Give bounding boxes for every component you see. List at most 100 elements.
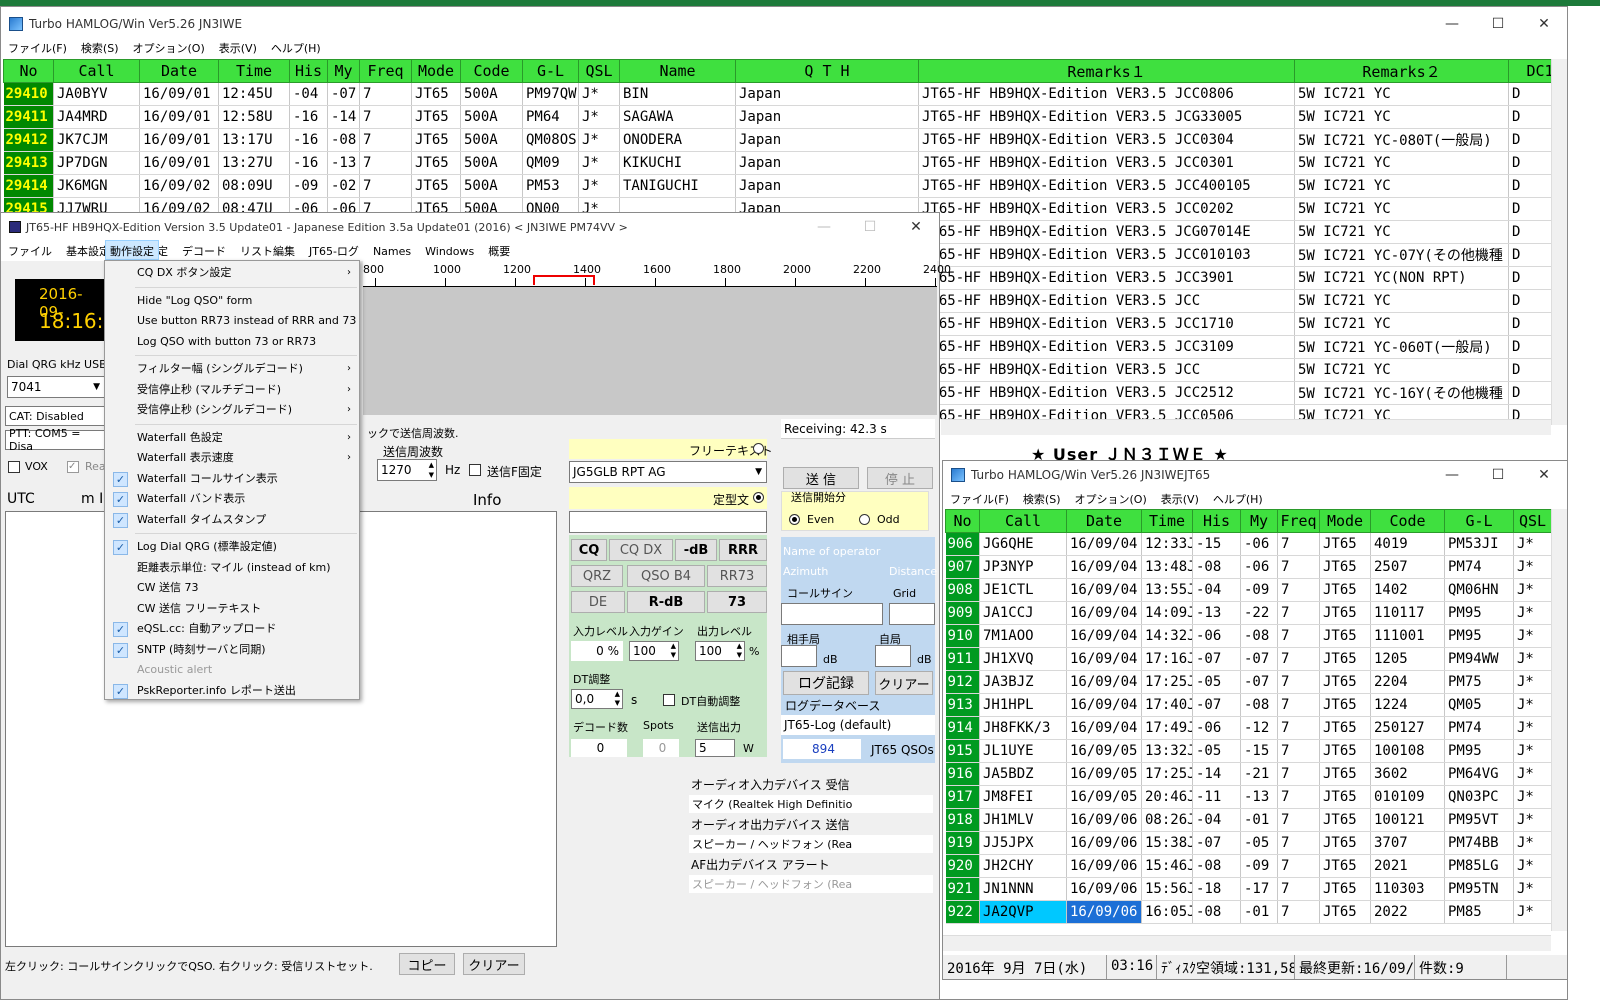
column-header[interactable]: G-L: [522, 59, 579, 83]
tx-power-input[interactable]: 5: [695, 739, 735, 757]
table-row[interactable]: 29414 JK6MGN 16/09/02 08:09U -09 -02 7 JT65 500A…: [3, 174, 1551, 198]
audio-in-select[interactable]: マイク (Realtek High Definitio: [689, 795, 933, 813]
macro-button-9[interactable]: 73: [707, 591, 767, 613]
menu-item-17[interactable]: ✓ SNTP (時刻サーバと同期): [105, 640, 359, 661]
column-header[interactable]: DC1: [1508, 59, 1551, 83]
table-row[interactable]: 919 JJ5JPX 16/09/06 15:38J -07 -05 7 JT65 3707 PM…: [945, 831, 1551, 855]
hamlog-main-vscroll[interactable]: [1551, 59, 1567, 425]
fixed-text-radio[interactable]: [753, 492, 764, 503]
input-gain-input[interactable]: 100 ▲ ▼: [629, 641, 679, 661]
menu-item-4[interactable]: ヘルプ(H): [1206, 491, 1270, 507]
menu-item-0[interactable]: ファイル: [1, 243, 59, 259]
column-header[interactable]: Q T H: [735, 59, 919, 83]
column-header[interactable]: Freq: [1277, 509, 1320, 533]
menu-item-12[interactable]: ✓ Log Dial QRG (標準設定値): [105, 537, 359, 558]
spinner-icon[interactable]: ▲ ▼: [429, 460, 434, 480]
column-header[interactable]: Call: [53, 59, 140, 83]
menu-item-3[interactable]: Log QSO with button 73 or RR73: [105, 332, 359, 353]
column-header[interactable]: G-L: [1444, 509, 1514, 533]
column-header[interactable]: QSL: [578, 59, 620, 83]
hamlog-jt65-vscroll[interactable]: [1551, 509, 1567, 931]
table-row[interactable]: 922 JA2QVP 16/09/06 16:05J -08 -01 7 JT65 2022 PM…: [945, 900, 1551, 924]
column-header[interactable]: Name: [619, 59, 736, 83]
column-header[interactable]: Code: [460, 59, 523, 83]
column-header[interactable]: Remarks１: [918, 59, 1295, 83]
free-text-radio[interactable]: [753, 443, 764, 454]
clear-qso-button[interactable]: クリアー: [875, 671, 933, 695]
dt-input[interactable]: 0,0 ▲ ▼: [571, 689, 623, 709]
self-report-input[interactable]: [875, 645, 911, 667]
remote-report-input[interactable]: [781, 645, 817, 667]
table-row[interactable]: 921 JN1NNN 16/09/06 15:56J -18 -17 7 JT65 110303…: [945, 877, 1551, 901]
column-header[interactable]: Code: [1370, 509, 1445, 533]
menu-item-13[interactable]: 距離表示単位: マイル (instead of km): [105, 558, 359, 579]
menu-item-1[interactable]: Hide "Log QSO" form: [105, 291, 359, 312]
column-header[interactable]: His: [1192, 509, 1241, 533]
menu-item-5[interactable]: JT65-ログ: [302, 243, 366, 259]
tx-fix-checkbox[interactable]: [469, 464, 481, 476]
menu-item-3[interactable]: デコード: [175, 243, 233, 259]
column-header[interactable]: Time: [218, 59, 290, 83]
macro-button-2[interactable]: -dB: [675, 539, 717, 561]
table-row[interactable]: 29412 JK7CJM 16/09/01 13:17U -16 -08 7 JT65 500A…: [3, 128, 1551, 152]
table-row[interactable]: 917 JM8FEI 16/09/05 20:46J -11 -13 7 JT65 010109…: [945, 785, 1551, 809]
close-icon[interactable]: ✕: [1521, 7, 1567, 41]
table-row[interactable]: 906 JG6QHE 16/09/04 12:33J -15 -06 7 JT65 4019 PM…: [945, 532, 1551, 556]
column-header[interactable]: My: [327, 59, 360, 83]
table-row[interactable]: 915 JL1UYE 16/09/05 13:32J -05 -15 7 JT65 100108…: [945, 739, 1551, 763]
close-icon[interactable]: ✕: [1521, 461, 1567, 489]
close-icon[interactable]: ✕: [893, 213, 939, 241]
column-header[interactable]: My: [1240, 509, 1278, 533]
vox-checkbox[interactable]: [8, 461, 20, 473]
spinner-icon[interactable]: ▲ ▼: [671, 642, 676, 660]
table-row[interactable]: 914 JH8FKK/3 16/09/04 17:49J -06 -12 7 JT65 2501…: [945, 716, 1551, 740]
menu-item-19[interactable]: ✓ PskReporter.info レポート送出: [105, 681, 359, 702]
logdb-select[interactable]: JT65-Log (default): [781, 715, 935, 735]
spinner-icon[interactable]: ▲ ▼: [615, 690, 620, 708]
copy-button[interactable]: コピー: [399, 953, 455, 975]
menu-item-0[interactable]: ファイル(F): [1, 40, 74, 56]
column-header[interactable]: Mode: [411, 59, 461, 83]
menu-item-10[interactable]: ✓ Waterfall バンド表示: [105, 489, 359, 510]
menu-item-6[interactable]: Names: [366, 245, 418, 258]
maximize-icon[interactable]: ☐: [1475, 461, 1521, 489]
stop-button[interactable]: 停 止: [867, 467, 933, 489]
column-header[interactable]: Freq: [359, 59, 412, 83]
menu-item-3[interactable]: 表示(V): [212, 40, 264, 56]
macro-button-5[interactable]: QSO B4: [627, 565, 705, 587]
column-header[interactable]: Time: [1141, 509, 1193, 533]
clear-list-button[interactable]: クリアー: [463, 953, 525, 975]
waterfall-display[interactable]: [363, 287, 937, 415]
menu-item-4[interactable]: フィルター幅 (シングルデコード) ›: [105, 359, 359, 380]
odd-radio[interactable]: [859, 514, 870, 525]
menu-item-8[interactable]: Waterfall 表示速度 ›: [105, 448, 359, 469]
table-row[interactable]: 29410 JA0BYV 16/09/01 12:45U -04 -07 7 JT65 500A…: [3, 82, 1551, 106]
table-row[interactable]: 918 JH1MLV 16/09/06 08:26J -04 -01 7 JT65 100121…: [945, 808, 1551, 832]
menu-item-15[interactable]: CW 送信 フリーテキスト: [105, 599, 359, 620]
menu-item-5[interactable]: 受信停止秒 (マルチデコード) ›: [105, 380, 359, 401]
table-row[interactable]: 907 JP3NYP 16/09/04 13:48J -08 -06 7 JT65 2507 PM…: [945, 555, 1551, 579]
minimize-icon[interactable]: —: [801, 213, 847, 241]
dt-auto-checkbox[interactable]: [663, 694, 675, 706]
table-row[interactable]: 909 JA1CCJ 16/09/04 14:09J -13 -22 7 JT65 110117…: [945, 601, 1551, 625]
macro-button-1[interactable]: CQ DX: [609, 539, 673, 561]
log-qso-button[interactable]: ログ記録: [783, 671, 869, 695]
table-row[interactable]: 916 JA5BDZ 16/09/05 17:25J -14 -21 7 JT65 3602 PM…: [945, 762, 1551, 786]
minimize-icon[interactable]: —: [1429, 7, 1475, 41]
maximize-icon[interactable]: ☐: [847, 213, 893, 241]
menu-item-2[interactable]: オプション(O): [1068, 491, 1154, 507]
menu-item-8[interactable]: 概要: [481, 243, 517, 259]
dial-qrg-select[interactable]: 7041 ▼: [7, 376, 105, 398]
column-header[interactable]: QSL: [1513, 509, 1551, 533]
menu-item-7[interactable]: Windows: [418, 245, 481, 258]
menu-item-6[interactable]: 受信停止秒 (シングルデコード) ›: [105, 400, 359, 421]
column-header[interactable]: Call: [979, 509, 1067, 533]
tx-freq-input[interactable]: 1270 ▲ ▼: [377, 459, 437, 481]
even-radio[interactable]: [789, 514, 800, 525]
macro-button-3[interactable]: RRR: [719, 539, 767, 561]
column-header[interactable]: Remarks２: [1294, 59, 1509, 83]
menu-item-14[interactable]: CW 送信 73: [105, 578, 359, 599]
column-header[interactable]: No: [945, 509, 980, 533]
audio-out-select[interactable]: スピーカー / ヘッドフォン (Rea: [689, 835, 933, 853]
rea-checkbox[interactable]: ✓: [67, 461, 79, 473]
